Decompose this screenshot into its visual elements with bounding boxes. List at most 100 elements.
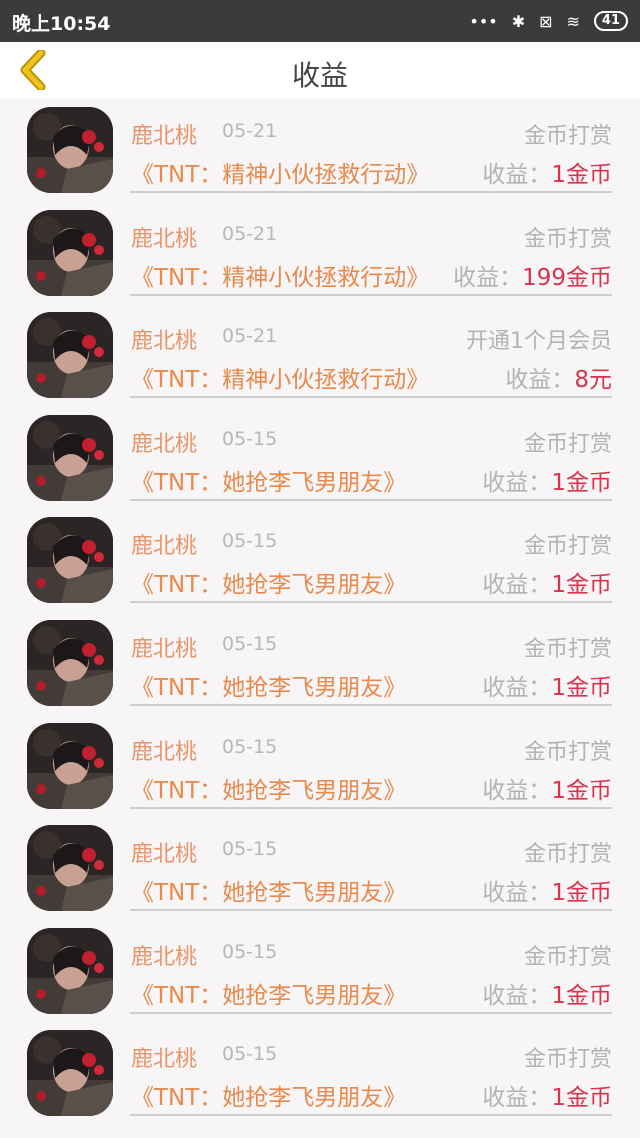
earning-type: 金币打赏	[523, 226, 612, 252]
book-title[interactable]: 《TNT：精神小伙拯救行动》	[131, 258, 429, 292]
date-text: 05-21	[222, 222, 278, 245]
earning-value: 1金币	[551, 1085, 612, 1112]
earning-type: 开通1个月会员	[466, 329, 612, 355]
earning-value: 1金币	[551, 162, 612, 188]
earning-amount: 收益：1金币	[482, 668, 612, 702]
book-title[interactable]: 《TNT：她抢李飞男朋友》	[131, 668, 406, 702]
user-name: 鹿北桃	[131, 329, 198, 355]
divider	[130, 1114, 612, 1117]
earning-value: 1金币	[551, 880, 612, 907]
divider	[130, 293, 612, 296]
divider	[130, 909, 612, 912]
date-text: 05-15	[222, 735, 278, 758]
date-text: 05-15	[222, 940, 278, 963]
earning-amount: 收益：1金币	[482, 1078, 612, 1112]
page-title: 收益	[291, 59, 348, 92]
avatar	[27, 722, 113, 809]
app-header: 收益	[0, 42, 640, 98]
earning-label: 收益：	[505, 367, 575, 394]
date-text: 05-15	[222, 530, 278, 553]
earning-type: 金币打赏	[523, 842, 612, 868]
date-text: 05-15	[222, 427, 278, 450]
earning-amount: 收益：1金币	[482, 771, 612, 805]
earning-label: 收益：	[482, 162, 552, 188]
wifi-icon: ≋	[566, 11, 580, 31]
earning-amount: 收益：1金币	[482, 155, 612, 189]
earning-amount: 收益：1金币	[482, 873, 612, 907]
user-name: 鹿北桃	[131, 1047, 198, 1073]
divider	[130, 703, 612, 706]
avatar	[27, 209, 113, 296]
list-item[interactable]: 鹿北桃 05-15 金币打赏 《TNT：她抢李飞男朋友》 收益：1金币	[0, 714, 640, 817]
list-item[interactable]: 鹿北桃 05-21 开通1个月会员 《TNT：精神小伙拯救行动》 收益：8元	[0, 303, 640, 406]
date-text: 05-21	[222, 120, 278, 142]
date-text: 05-15	[222, 1043, 278, 1066]
list-item[interactable]: 鹿北桃 05-21 金币打赏 《TNT：精神小伙拯救行动》 收益：199金币	[0, 201, 640, 304]
earning-label: 收益：	[482, 982, 552, 1009]
earning-label: 收益：	[482, 1085, 552, 1112]
earning-label: 收益：	[482, 777, 552, 804]
earning-value: 1金币	[551, 777, 612, 804]
avatar	[27, 414, 113, 501]
book-title[interactable]: 《TNT：她抢李飞男朋友》	[131, 976, 406, 1010]
list-item[interactable]: 鹿北桃 05-15 金币打赏 《TNT：她抢李飞男朋友》 收益：1金币	[0, 919, 640, 1022]
user-name: 鹿北桃	[131, 226, 198, 252]
date-text: 05-15	[222, 838, 278, 861]
battery-icon: 41	[593, 11, 628, 31]
status-icons: ••• ✱ ⊠ ≋ 41	[469, 8, 628, 34]
avatar	[27, 619, 113, 706]
earning-label: 收益：	[482, 880, 552, 907]
earning-type: 金币打赏	[523, 124, 612, 149]
list-item[interactable]: 鹿北桃 05-15 金币打赏 《TNT：她抢李飞男朋友》 收益：1金币	[0, 611, 640, 714]
earning-amount: 收益：1金币	[482, 565, 612, 599]
user-name: 鹿北桃	[131, 124, 198, 149]
user-name: 鹿北桃	[131, 431, 198, 457]
book-title[interactable]: 《TNT：她抢李飞男朋友》	[131, 463, 406, 497]
divider	[130, 191, 612, 193]
avatar	[27, 107, 113, 193]
list-item[interactable]: 鹿北桃 05-15 金币打赏 《TNT：她抢李飞男朋友》 收益：1金币	[0, 406, 640, 509]
earning-value: 1金币	[551, 982, 612, 1009]
user-name: 鹿北桃	[131, 944, 198, 970]
book-title[interactable]: 《TNT：她抢李飞男朋友》	[131, 1078, 406, 1112]
avatar	[27, 927, 113, 1014]
date-text: 05-21	[222, 325, 278, 348]
earning-value: 199金币	[522, 264, 612, 291]
earning-amount: 收益：8元	[505, 360, 612, 394]
earnings-list: 鹿北桃 05-21 金币打赏 《TNT：精神小伙拯救行动》 收益：1金币 鹿北桃…	[0, 98, 640, 1124]
earning-label: 收益：	[482, 674, 552, 701]
earning-type: 金币打赏	[523, 431, 612, 457]
divider	[130, 498, 612, 501]
earning-label: 收益：	[482, 469, 552, 496]
list-item[interactable]: 鹿北桃 05-15 金币打赏 《TNT：她抢李飞男朋友》 收益：1金币	[0, 508, 640, 611]
avatar	[27, 825, 113, 912]
earning-value: 8元	[574, 367, 612, 394]
book-title[interactable]: 《TNT：精神小伙拯救行动》	[131, 155, 429, 189]
book-title[interactable]: 《TNT：精神小伙拯救行动》	[131, 360, 429, 394]
list-item[interactable]: 鹿北桃 05-21 金币打赏 《TNT：精神小伙拯救行动》 收益：1金币	[0, 98, 640, 201]
date-text: 05-15	[222, 632, 278, 655]
list-item[interactable]: 鹿北桃 05-15 金币打赏 《TNT：她抢李飞男朋友》 收益：1金币	[0, 816, 640, 919]
avatar	[27, 1030, 113, 1117]
earning-value: 1金币	[551, 674, 612, 701]
avatar	[27, 312, 113, 399]
divider	[130, 601, 612, 604]
user-name: 鹿北桃	[131, 636, 198, 662]
book-title[interactable]: 《TNT：她抢李飞男朋友》	[131, 771, 406, 805]
bluetooth-icon: ✱	[511, 11, 526, 31]
earning-type: 金币打赏	[523, 534, 612, 560]
divider	[130, 1011, 612, 1014]
list-item[interactable]: 鹿北桃 05-15 金币打赏 《TNT：她抢李飞男朋友》 收益：1金币	[0, 1021, 640, 1124]
dots-icon: •••	[469, 11, 498, 31]
user-name: 鹿北桃	[131, 739, 198, 765]
status-time: 晚上10:54	[12, 13, 111, 35]
user-name: 鹿北桃	[131, 842, 198, 868]
book-title[interactable]: 《TNT：她抢李飞男朋友》	[131, 565, 406, 599]
earning-label: 收益：	[482, 572, 552, 599]
earning-type: 金币打赏	[523, 636, 612, 662]
earning-value: 1金币	[551, 572, 612, 599]
user-name: 鹿北桃	[131, 534, 198, 560]
earning-type: 金币打赏	[523, 739, 612, 765]
book-title[interactable]: 《TNT：她抢李飞男朋友》	[131, 873, 406, 907]
earning-amount: 收益：1金币	[482, 976, 612, 1010]
